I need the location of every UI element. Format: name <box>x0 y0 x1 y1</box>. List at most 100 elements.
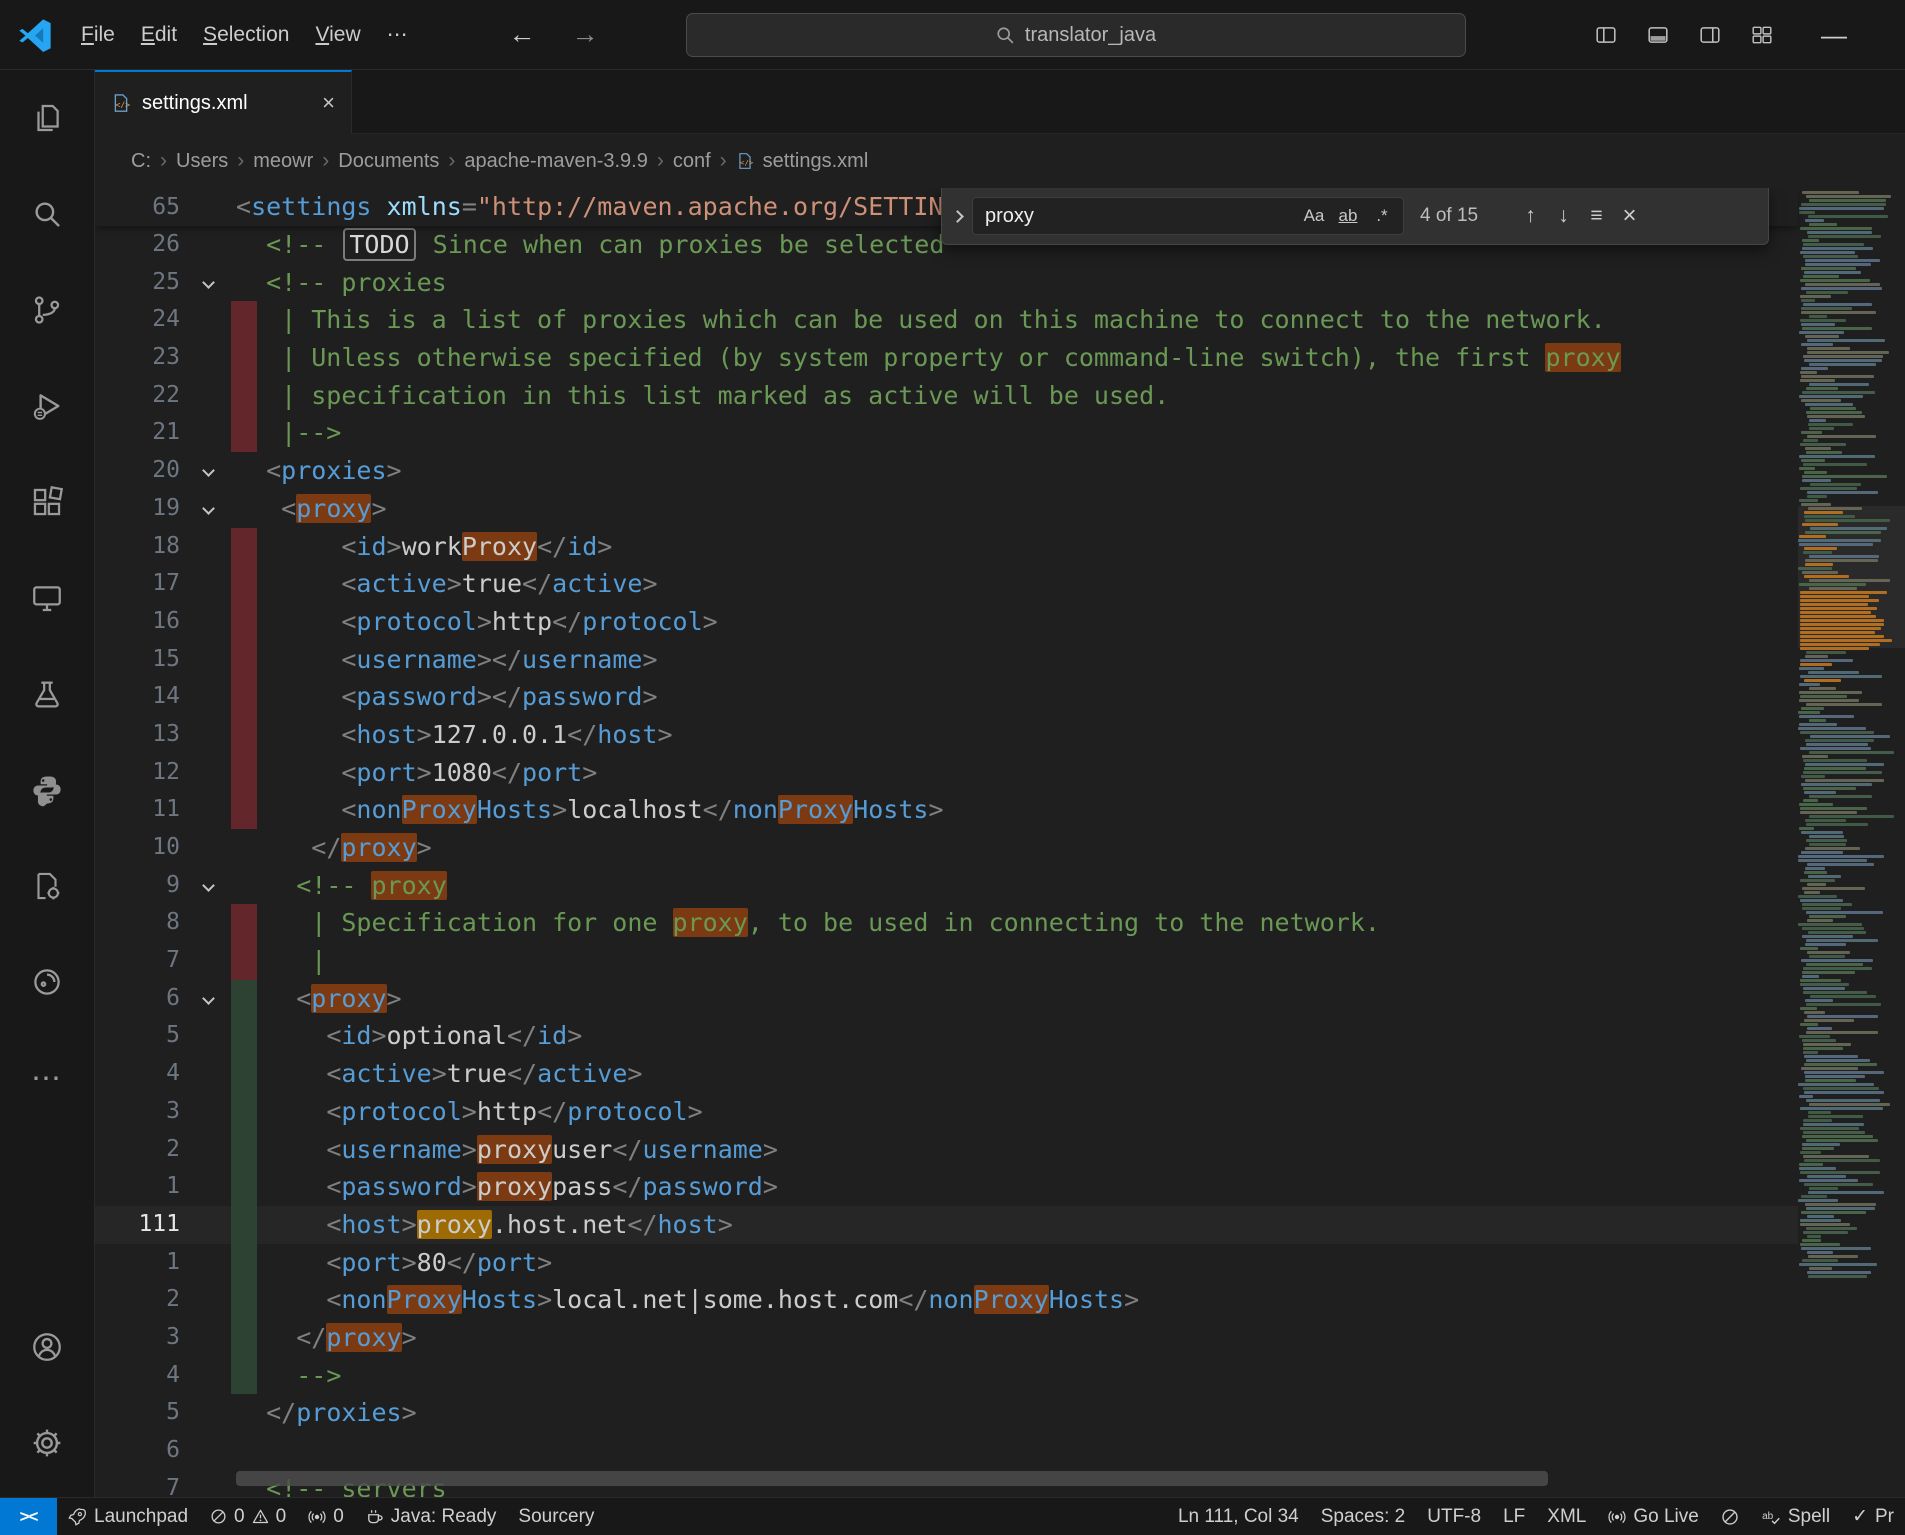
line-content[interactable]: --> <box>236 1357 341 1395</box>
find-previous-button[interactable]: ↑ <box>1514 200 1547 233</box>
cursor-position-status[interactable]: Ln 111, Col 34 <box>1167 1498 1310 1535</box>
line-content[interactable]: <protocol>http</protocol> <box>236 1093 703 1131</box>
prettier-status[interactable]: ✓ Pr <box>1841 1498 1905 1535</box>
menu-more-icon[interactable]: ⋯ <box>374 16 421 53</box>
line-content[interactable]: <password></password> <box>236 678 658 716</box>
line-number[interactable]: 12 <box>95 754 180 792</box>
settings-gear-icon[interactable] <box>0 1395 94 1491</box>
line-content[interactable]: <id>workProxy</id> <box>236 528 612 566</box>
additional-views-icon[interactable]: ⋯ <box>0 1030 94 1126</box>
line-number[interactable]: 20 <box>95 452 180 490</box>
line-content[interactable]: <proxy> <box>236 980 402 1018</box>
line-content[interactable]: <!-- TODO Since when can proxies be sele… <box>236 226 944 264</box>
code-line[interactable]: 17 <active>true</active> <box>95 565 1798 603</box>
line-number[interactable]: 9 <box>95 867 180 905</box>
code-line[interactable]: 16 <protocol>http</protocol> <box>95 603 1798 641</box>
code-line[interactable]: 4 <active>true</active> <box>95 1055 1798 1093</box>
code-line[interactable]: 4 --> <box>95 1357 1798 1395</box>
menu-selection[interactable]: Selection <box>190 17 302 53</box>
code-line[interactable]: 3 <protocol>http</protocol> <box>95 1093 1798 1131</box>
line-content[interactable]: </proxies> <box>236 1394 417 1432</box>
remote-indicator[interactable]: >< <box>0 1498 57 1535</box>
breadcrumb-item[interactable]: apache-maven-3.9.9 <box>464 150 647 173</box>
code-line[interactable]: 13 <host>127.0.0.1</host> <box>95 716 1798 754</box>
code-line[interactable]: 6 <box>95 1432 1798 1470</box>
code-line[interactable]: 1 <port>80</port> <box>95 1244 1798 1282</box>
code-line[interactable]: 3 </proxy> <box>95 1319 1798 1357</box>
code-line[interactable]: 15 <username></username> <box>95 641 1798 679</box>
code-line[interactable]: 21 |--> <box>95 414 1798 452</box>
fold-chevron-icon[interactable] <box>202 276 215 289</box>
launchpad-status[interactable]: Launchpad <box>57 1498 199 1535</box>
minimap[interactable] <box>1798 188 1905 1497</box>
code-line[interactable]: 12 <port>1080</port> <box>95 754 1798 792</box>
code-line[interactable]: 10 </proxy> <box>95 829 1798 867</box>
code-line[interactable]: 2 <nonProxyHosts>local.net|some.host.com… <box>95 1281 1798 1319</box>
line-content[interactable]: <nonProxyHosts>local.net|some.host.com</… <box>236 1281 1139 1319</box>
line-content[interactable]: <id>optional</id> <box>236 1017 582 1055</box>
line-number[interactable]: 3 <box>95 1319 180 1357</box>
code-line[interactable]: 7 | <box>95 942 1798 980</box>
line-content[interactable]: <password>proxypass</password> <box>236 1168 778 1206</box>
line-number[interactable]: 22 <box>95 377 180 415</box>
code-line[interactable]: 8 | Specification for one proxy, to be u… <box>95 904 1798 942</box>
line-content[interactable]: | specification in this list marked as a… <box>236 377 1169 415</box>
match-case-button[interactable]: Aa <box>1299 201 1329 231</box>
line-content[interactable]: <nonProxyHosts>localhost</nonProxyHosts> <box>236 791 944 829</box>
line-number[interactable]: 11 <box>95 791 180 829</box>
python-icon[interactable] <box>0 742 94 838</box>
line-number[interactable]: 16 <box>95 603 180 641</box>
eol-status[interactable]: LF <box>1492 1498 1536 1535</box>
line-content[interactable]: <username></username> <box>236 641 658 679</box>
account-icon[interactable] <box>0 1299 94 1395</box>
find-close-button[interactable]: × <box>1613 200 1646 233</box>
line-content[interactable]: </proxy> <box>236 1319 417 1357</box>
sourcery-status[interactable]: Sourcery <box>507 1498 605 1535</box>
code-line[interactable]: 18 <id>workProxy</id> <box>95 528 1798 566</box>
fold-chevron-icon[interactable] <box>202 992 215 1005</box>
line-number[interactable]: 7 <box>95 1470 180 1497</box>
menu-file[interactable]: File <box>68 17 128 53</box>
whole-word-button[interactable]: ab <box>1333 201 1363 231</box>
line-content[interactable]: <username>proxyuser</username> <box>236 1131 778 1169</box>
go-live-status[interactable]: Go Live <box>1597 1498 1709 1535</box>
minimize-button[interactable]: — <box>1821 20 1847 51</box>
line-content[interactable]: <port>80</port> <box>236 1244 552 1282</box>
line-content[interactable]: <!-- proxies <box>236 264 447 302</box>
run-debug-icon[interactable] <box>0 358 94 454</box>
fold-chevron-icon[interactable] <box>202 465 215 478</box>
breadcrumb-item-file[interactable]: settings.xml <box>763 150 869 173</box>
java-status[interactable]: Java: Ready <box>355 1498 508 1535</box>
line-content[interactable]: <proxy> <box>236 490 387 528</box>
tab-settings-xml[interactable]: </> settings.xml × <box>95 70 352 134</box>
code-line[interactable]: 24 | This is a list of proxies which can… <box>95 301 1798 339</box>
command-center-search[interactable]: translator_java <box>686 13 1466 57</box>
project-settings-icon[interactable] <box>0 838 94 934</box>
ports-status[interactable]: 0 <box>297 1498 355 1535</box>
line-number[interactable]: 19 <box>95 490 180 528</box>
breadcrumb-item[interactable]: Documents <box>338 150 439 173</box>
breadcrumb-item[interactable]: meowr <box>253 150 313 173</box>
toggle-sidebar-button[interactable] <box>1595 24 1617 46</box>
line-number[interactable]: 23 <box>95 339 180 377</box>
problems-status[interactable]: 0 0 <box>199 1498 297 1535</box>
line-number[interactable]: 65 <box>95 188 180 226</box>
line-content[interactable]: <active>true</active> <box>236 565 658 603</box>
line-number[interactable]: 3 <box>95 1093 180 1131</box>
code-line[interactable]: 5 </proxies> <box>95 1394 1798 1432</box>
line-content[interactable]: </proxy> <box>236 829 432 867</box>
line-number[interactable]: 4 <box>95 1357 180 1395</box>
line-number[interactable]: 14 <box>95 678 180 716</box>
code-line[interactable]: 20 <proxies> <box>95 452 1798 490</box>
code-line[interactable]: 22 | specification in this list marked a… <box>95 377 1798 415</box>
horizontal-scrollbar[interactable] <box>236 1471 1548 1486</box>
encoding-status[interactable]: UTF-8 <box>1416 1498 1492 1535</box>
breadcrumb-item[interactable]: Users <box>176 150 228 173</box>
line-number[interactable]: 5 <box>95 1394 180 1432</box>
indentation-status[interactable]: Spaces: 2 <box>1310 1498 1417 1535</box>
customize-layout-button[interactable] <box>1751 24 1773 46</box>
notifications-muted-status[interactable] <box>1710 1498 1750 1535</box>
code-line[interactable]: 111 <host>proxy.host.net</host> <box>95 1206 1798 1244</box>
line-number[interactable]: 26 <box>95 226 180 264</box>
code-line[interactable]: 5 <id>optional</id> <box>95 1017 1798 1055</box>
